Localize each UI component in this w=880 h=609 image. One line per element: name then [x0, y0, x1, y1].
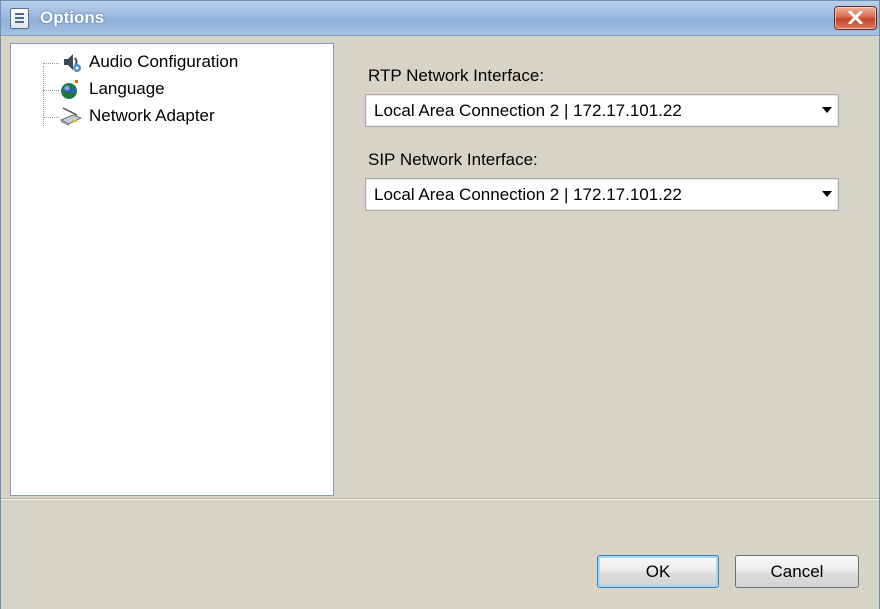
chevron-down-icon: [822, 107, 832, 113]
sip-interface-value: Local Area Connection 2 | 172.17.101.22: [374, 185, 682, 204]
options-dialog: Options Audio Configuration Language Net…: [0, 0, 880, 609]
tree-item-language[interactable]: Language: [11, 77, 311, 103]
title-bar[interactable]: Options: [1, 1, 879, 36]
cancel-button[interactable]: Cancel: [735, 555, 859, 588]
sip-interface-label: SIP Network Interface:: [368, 150, 538, 169]
tree-item-label: Network Adapter: [89, 106, 215, 125]
tree-item-network-adapter[interactable]: Network Adapter: [11, 104, 311, 130]
close-button[interactable]: [834, 6, 877, 30]
tree-item-label: Audio Configuration: [89, 52, 239, 71]
sip-interface-dropdown[interactable]: Local Area Connection 2 | 172.17.101.22: [365, 178, 839, 211]
rtp-interface-dropdown[interactable]: Local Area Connection 2 | 172.17.101.22: [365, 94, 839, 127]
button-bar: OK Cancel: [1, 498, 879, 609]
options-tree[interactable]: Audio Configuration Language Network Ada…: [10, 43, 334, 496]
chevron-down-icon: [822, 191, 832, 197]
app-icon[interactable]: [10, 8, 29, 29]
rtp-interface-label: RTP Network Interface:: [368, 66, 545, 85]
globe-icon: [59, 78, 83, 100]
divider: [1, 499, 879, 500]
network-adapter-icon: [59, 105, 83, 127]
window-title: Options: [40, 8, 105, 27]
close-icon: [848, 11, 863, 24]
tree-item-audio-configuration[interactable]: Audio Configuration: [11, 50, 311, 76]
tree-item-label: Language: [89, 79, 165, 98]
audio-icon: [59, 51, 83, 73]
rtp-interface-value: Local Area Connection 2 | 172.17.101.22: [374, 101, 682, 120]
ok-button[interactable]: OK: [597, 555, 719, 588]
